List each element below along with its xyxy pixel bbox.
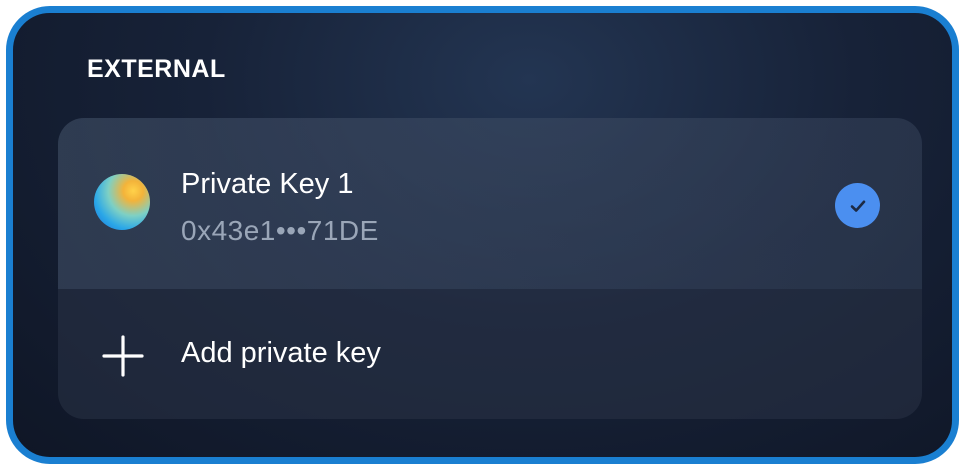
add-private-key-label: Add private key bbox=[181, 337, 381, 369]
gradient-orb-avatar-icon bbox=[94, 174, 150, 230]
section-title-external: EXTERNAL bbox=[87, 55, 226, 83]
account-address: 0x43e1•••71DE bbox=[181, 215, 379, 246]
add-private-key-button[interactable]: Add private key bbox=[58, 289, 922, 419]
accounts-card: Private Key 1 0x43e1•••71DE Add private … bbox=[58, 118, 922, 419]
plus-icon bbox=[102, 335, 144, 377]
account-row-private-key-1[interactable]: Private Key 1 0x43e1•••71DE bbox=[58, 118, 922, 289]
accounts-panel: EXTERNAL Private Key 1 0x43e1•••71DE Add… bbox=[6, 6, 959, 464]
account-name: Private Key 1 bbox=[181, 168, 354, 200]
check-circle-icon bbox=[835, 183, 880, 228]
check-icon bbox=[850, 200, 865, 212]
